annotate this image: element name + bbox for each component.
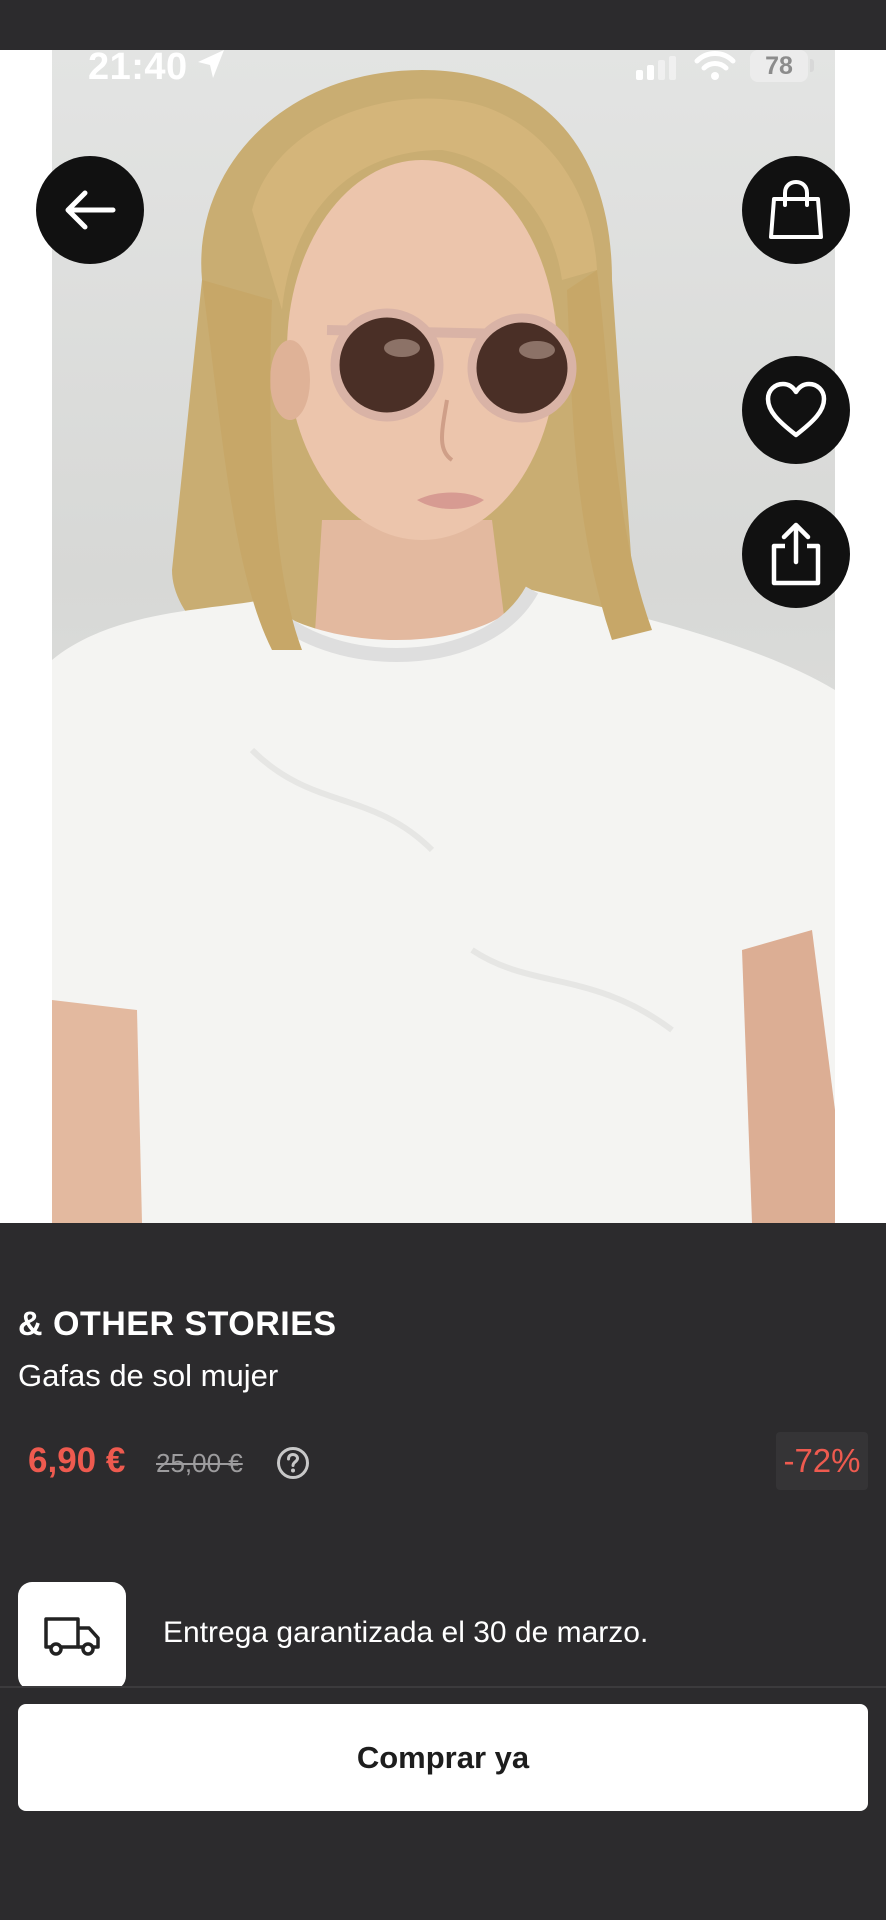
- product-photo[interactable]: [52, 50, 835, 1223]
- wifi-icon: [694, 50, 736, 87]
- shopping-bag-button[interactable]: [742, 156, 850, 264]
- share-icon: [771, 522, 821, 586]
- shopping-bag-icon: [769, 179, 823, 239]
- heart-icon: [765, 381, 827, 438]
- buy-now-button[interactable]: Comprar ya: [18, 1704, 868, 1811]
- price-current: 6,90 €: [28, 1441, 126, 1480]
- truck-icon: [44, 1617, 100, 1656]
- back-button[interactable]: [36, 156, 144, 264]
- signal-icon: [634, 56, 678, 85]
- status-bar: 21:40 78: [0, 40, 886, 92]
- battery-tip: [810, 59, 814, 72]
- battery-icon: 78: [750, 50, 808, 82]
- delivery-info: Entrega garantizada el 30 de marzo.: [163, 1616, 649, 1649]
- price-help-icon[interactable]: [276, 1446, 310, 1480]
- location-arrow-icon: [196, 48, 226, 87]
- back-arrow-icon: [65, 190, 116, 230]
- status-time: 21:40: [88, 46, 188, 88]
- discount-badge: -72%: [776, 1432, 868, 1490]
- share-button[interactable]: [742, 500, 850, 608]
- favorite-button[interactable]: [742, 356, 850, 464]
- delivery-icon-tile: [18, 1582, 126, 1690]
- price-original: 25,00 €: [156, 1448, 243, 1478]
- product-brand[interactable]: & OTHER STORIES: [18, 1305, 337, 1344]
- product-name: Gafas de sol mujer: [18, 1358, 279, 1393]
- product-photo-illustration: [52, 70, 835, 1223]
